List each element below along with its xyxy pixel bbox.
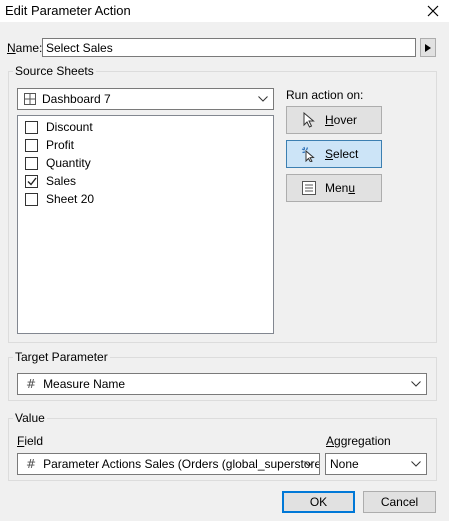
hover-button[interactable]: Hover [286, 106, 382, 134]
dashboard-select[interactable]: Dashboard 7 [17, 88, 274, 110]
sheet-item-discount[interactable]: Discount [25, 118, 93, 136]
sheet-item-sales[interactable]: Sales [25, 172, 76, 190]
dashboard-icon [24, 93, 36, 105]
hover-button-label: Hover [325, 113, 358, 127]
aggregation-label: Aggregation [326, 434, 391, 448]
sheet-item-sheet-20[interactable]: Sheet 20 [25, 190, 94, 208]
field-select-value: Parameter Actions Sales (Orders (global_… [43, 457, 320, 471]
aggregation-select-value: None [330, 457, 359, 471]
sheet-label: Sheet 20 [46, 192, 95, 206]
name-input[interactable]: Select Sales [42, 38, 416, 57]
select-button[interactable]: Select [286, 140, 382, 168]
field-select[interactable]: # Parameter Actions Sales (Orders (globa… [17, 453, 320, 475]
aggregation-select[interactable]: None [325, 453, 427, 475]
target-parameter-title: Target Parameter [13, 350, 110, 364]
target-parameter-value: Measure Name [43, 377, 126, 391]
checkbox-checked[interactable] [25, 174, 38, 188]
click-pointer-icon [301, 146, 315, 162]
close-button[interactable] [417, 0, 449, 22]
ok-button[interactable]: OK [282, 491, 355, 513]
menu-button-label: Menu [325, 181, 356, 195]
checkmark-icon [27, 177, 37, 186]
run-action-label: Run action on: [286, 88, 364, 102]
pointer-icon [303, 112, 315, 128]
cancel-button-label: Cancel [380, 495, 419, 509]
cancel-button[interactable]: Cancel [363, 491, 436, 513]
source-sheets-title: Source Sheets [13, 64, 96, 78]
menu-button[interactable]: Menu [286, 174, 382, 202]
close-icon [427, 5, 439, 17]
hash-icon: # [26, 457, 37, 471]
sheet-item-profit[interactable]: Profit [25, 136, 74, 154]
triangle-right-icon [425, 43, 431, 52]
value-title: Value [13, 411, 47, 425]
sheet-label: Quantity [46, 156, 91, 170]
checkbox[interactable] [25, 138, 38, 152]
menu-icon [302, 181, 316, 195]
checkbox[interactable] [25, 156, 38, 170]
sheet-label: Profit [46, 138, 75, 152]
dashboard-select-value: Dashboard 7 [42, 92, 111, 106]
name-label: Name: [7, 41, 43, 55]
sheets-list: Discount Profit Quantity Sales Sheet 20 [17, 115, 274, 334]
select-button-label: Select [325, 147, 359, 161]
sheet-item-quantity[interactable]: Quantity [25, 154, 91, 172]
edit-parameter-action-dialog: Edit Parameter Action Name: Select Sales… [0, 0, 449, 521]
hash-icon: # [26, 377, 37, 391]
field-label: Field [17, 434, 44, 448]
checkbox[interactable] [25, 192, 38, 206]
chevron-down-icon [411, 461, 421, 467]
chevron-down-icon [258, 96, 268, 102]
window-title: Edit Parameter Action [5, 3, 131, 18]
chevron-down-icon [304, 461, 314, 467]
ok-button-label: OK [309, 495, 328, 509]
sheet-label: Sales [46, 174, 77, 188]
chevron-down-icon [411, 381, 421, 387]
checkbox[interactable] [25, 120, 38, 134]
name-menu-button[interactable] [420, 38, 436, 57]
title-bar: Edit Parameter Action [0, 0, 449, 22]
target-parameter-select[interactable]: # Measure Name [17, 373, 427, 395]
sheet-label: Discount [46, 120, 93, 134]
